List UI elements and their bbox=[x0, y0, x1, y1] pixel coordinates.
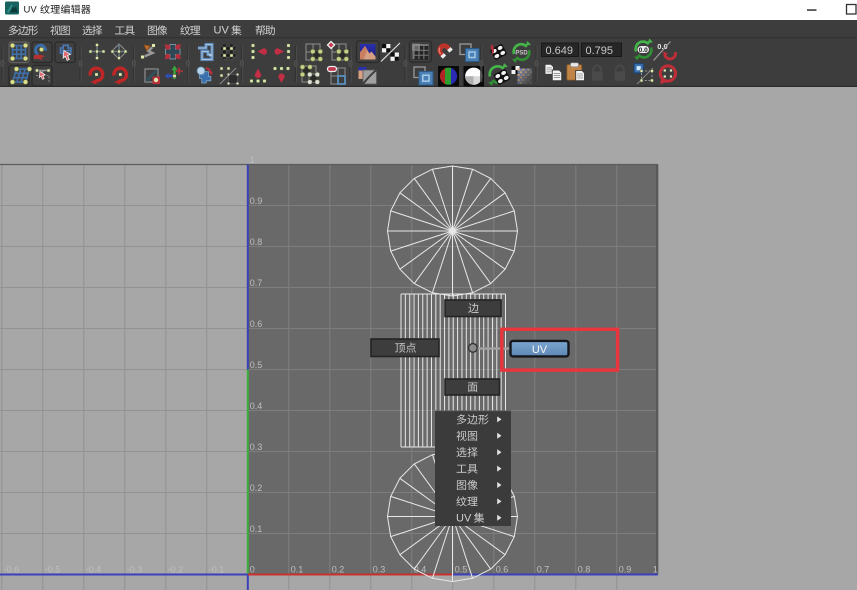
svg-text:0.6: 0.6 bbox=[250, 319, 263, 329]
svg-text:0.0: 0.0 bbox=[639, 47, 648, 54]
svg-text:0.9: 0.9 bbox=[619, 564, 632, 574]
svg-text:PSD: PSD bbox=[515, 51, 528, 57]
svg-text:UV: UV bbox=[456, 512, 472, 524]
svg-text:0.649: 0.649 bbox=[546, 45, 574, 57]
svg-text:UV: UV bbox=[24, 5, 38, 16]
svg-text:UV: UV bbox=[532, 344, 548, 356]
svg-text:0.2: 0.2 bbox=[250, 483, 263, 493]
svg-text:0.795: 0.795 bbox=[586, 45, 614, 57]
svg-text:-0.1: -0.1 bbox=[209, 564, 225, 574]
svg-text:-0.5: -0.5 bbox=[45, 564, 61, 574]
svg-text:0.5: 0.5 bbox=[250, 360, 263, 370]
svg-text:0.3: 0.3 bbox=[250, 442, 263, 452]
svg-text:-0.2: -0.2 bbox=[168, 564, 184, 574]
svg-text:-0.6: -0.6 bbox=[4, 564, 20, 574]
svg-text:-0.3: -0.3 bbox=[127, 564, 143, 574]
svg-text:0.4: 0.4 bbox=[250, 401, 263, 411]
svg-text:1: 1 bbox=[250, 155, 255, 165]
svg-text:0.1: 0.1 bbox=[250, 524, 263, 534]
svg-text:-0.4: -0.4 bbox=[86, 564, 102, 574]
svg-text:0.8: 0.8 bbox=[250, 237, 263, 247]
svg-text:0: 0 bbox=[250, 564, 255, 574]
svg-text:0.6: 0.6 bbox=[496, 564, 509, 574]
svg-text:0.9: 0.9 bbox=[250, 196, 263, 206]
svg-text:0.1: 0.1 bbox=[291, 564, 304, 574]
svg-text:0.2: 0.2 bbox=[332, 564, 345, 574]
svg-text:0.7: 0.7 bbox=[537, 564, 550, 574]
svg-text:0.5: 0.5 bbox=[455, 564, 468, 574]
svg-text:1: 1 bbox=[653, 564, 658, 574]
svg-text:0.7: 0.7 bbox=[250, 278, 263, 288]
svg-text:UV: UV bbox=[214, 25, 230, 37]
svg-text:0.3: 0.3 bbox=[373, 564, 386, 574]
svg-text:0.8: 0.8 bbox=[578, 564, 591, 574]
